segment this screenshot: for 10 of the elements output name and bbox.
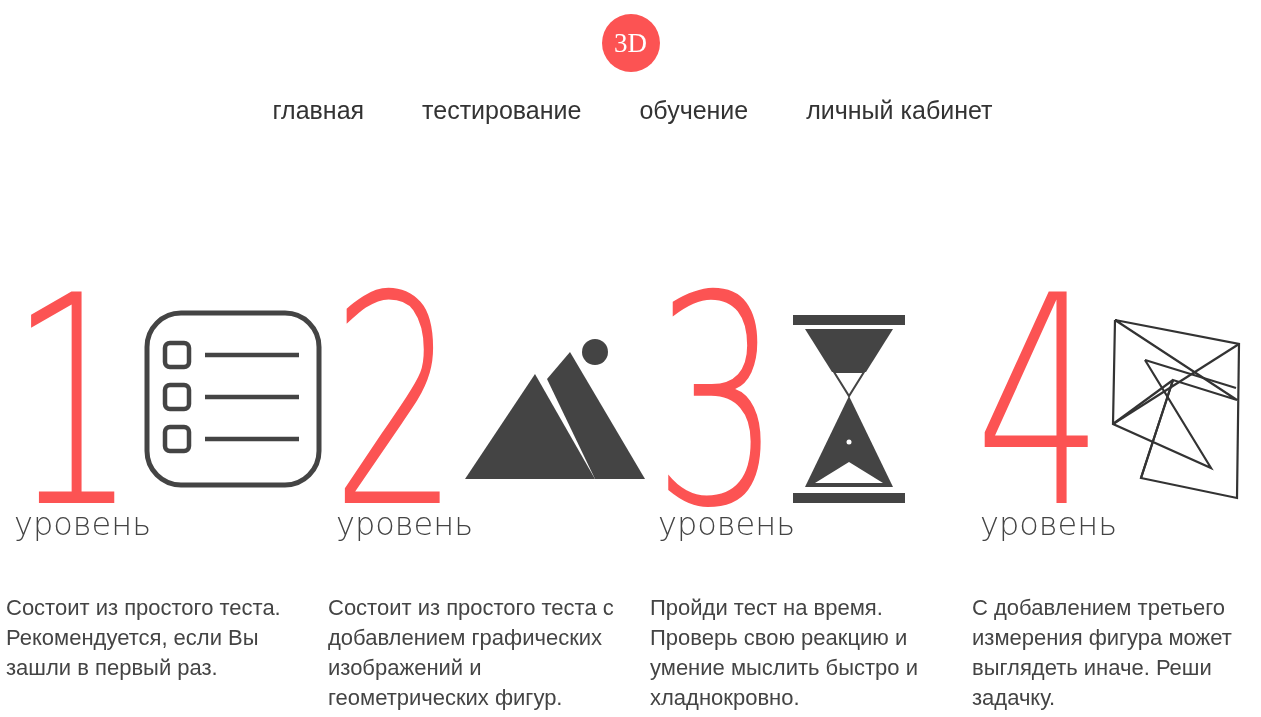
checklist-icon [142, 309, 323, 489]
nav-link[interactable]: личный кабинет [806, 96, 993, 125]
level-description: Состоит из простого теста с добавлением графических изображений и геометрических фигур. [328, 594, 615, 712]
level-description: Пройди тест на время. Проверь свою реакцию и умение мыслить быстро и хладнокровно. [650, 594, 919, 712]
level-description: Состоит из простого теста. Рекомендуется, если Вы зашли в первый раз. [6, 594, 282, 682]
hourglass-icon [792, 315, 905, 503]
nav-link[interactable]: главная [272, 96, 365, 125]
nav-link[interactable]: тестирование [422, 96, 582, 125]
level-description: С добавлением третьего измерения фигура может выглядеть иначе. Реши задачку. [972, 594, 1233, 712]
nav-link[interactable]: обучение [639, 96, 749, 125]
